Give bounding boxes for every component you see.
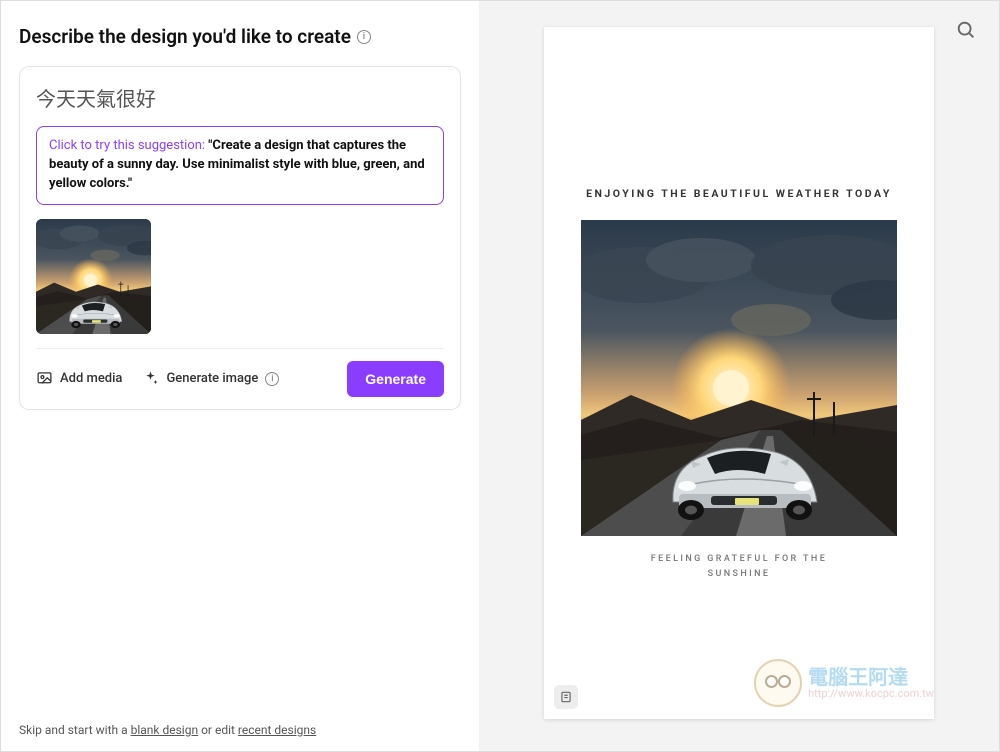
info-icon[interactable]: i (357, 30, 371, 44)
suggestion-box[interactable]: Click to try this suggestion: "Create a … (36, 126, 444, 205)
info-icon[interactable]: i (265, 372, 279, 386)
footer-prefix: Skip and start with a (19, 723, 131, 737)
add-media-button[interactable]: Add media (36, 370, 122, 387)
heading-text: Describe the design you'd like to create (19, 25, 351, 48)
suggestion-prefix: Click to try this suggestion: (49, 138, 208, 153)
magnifier-icon (955, 19, 977, 41)
watermark-face-icon (754, 659, 802, 707)
blank-design-link[interactable]: blank design (131, 723, 198, 737)
sparkle-icon (142, 370, 159, 387)
canvas-image (581, 220, 897, 536)
watermark: 電腦王阿達 http://www.kocpc.com.tw (754, 659, 934, 707)
recent-designs-link[interactable]: recent designs (238, 723, 316, 737)
attached-image-thumb[interactable] (36, 219, 151, 334)
left-panel: Describe the design you'd like to create… (1, 1, 479, 751)
notes-icon (559, 690, 573, 704)
image-icon (36, 370, 53, 387)
generate-image-label: Generate image (166, 371, 258, 386)
page-title: Describe the design you'd like to create… (19, 25, 461, 48)
canvas-subtitle: FEELING GRATEFUL FOR THE SUNSHINE (651, 552, 827, 583)
canvas-title: ENJOYING THE BEAUTIFUL WEATHER TODAY (586, 187, 892, 200)
footer-mid: or edit (198, 723, 238, 737)
zoom-button[interactable] (955, 19, 977, 41)
prompt-card: 今天天氣很好 Click to try this suggestion: "Cr… (19, 66, 461, 410)
watermark-url: http://www.kocpc.com.tw (808, 688, 934, 700)
action-row: Add media Generate image i Generate (36, 348, 444, 397)
footer-line: Skip and start with a blank design or ed… (19, 711, 461, 737)
design-canvas[interactable]: ENJOYING THE BEAUTIFUL WEATHER TODAY FEE… (544, 27, 934, 719)
notes-button[interactable] (554, 685, 578, 709)
preview-panel: ENJOYING THE BEAUTIFUL WEATHER TODAY FEE… (479, 1, 999, 751)
generate-button[interactable]: Generate (347, 361, 444, 397)
watermark-title: 電腦王阿達 (808, 666, 934, 688)
generate-image-button[interactable]: Generate image i (142, 370, 279, 387)
prompt-input[interactable]: 今天天氣很好 (36, 83, 444, 112)
add-media-label: Add media (60, 371, 122, 386)
